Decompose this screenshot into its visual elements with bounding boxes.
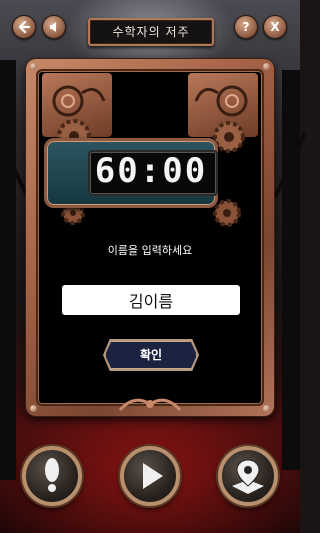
close-button[interactable]: X — [263, 15, 287, 39]
timer-seconds: 00 — [162, 151, 208, 191]
hint-button[interactable] — [22, 446, 82, 506]
countdown-timer: 60:00 — [88, 150, 214, 192]
confirm-button[interactable]: 확인 — [105, 341, 197, 369]
back-button[interactable] — [12, 15, 36, 39]
speaker-icon — [50, 22, 56, 32]
name-input[interactable] — [62, 285, 240, 315]
map-button[interactable] — [218, 446, 278, 506]
sound-button[interactable] — [42, 15, 66, 39]
game-title: 수학자의 저주 — [88, 18, 214, 46]
timer-minutes: 60 — [94, 151, 140, 191]
map-pin-icon — [232, 459, 264, 494]
timer-separator: : — [139, 151, 163, 191]
name-prompt: 이름을 입력하세요 — [107, 244, 193, 257]
play-button[interactable] — [120, 446, 180, 506]
bottom-ornament — [118, 398, 182, 412]
play-icon — [143, 463, 163, 489]
help-button[interactable]: ? — [234, 15, 258, 39]
exclamation-icon — [45, 458, 59, 492]
back-arrow-icon — [18, 20, 31, 34]
